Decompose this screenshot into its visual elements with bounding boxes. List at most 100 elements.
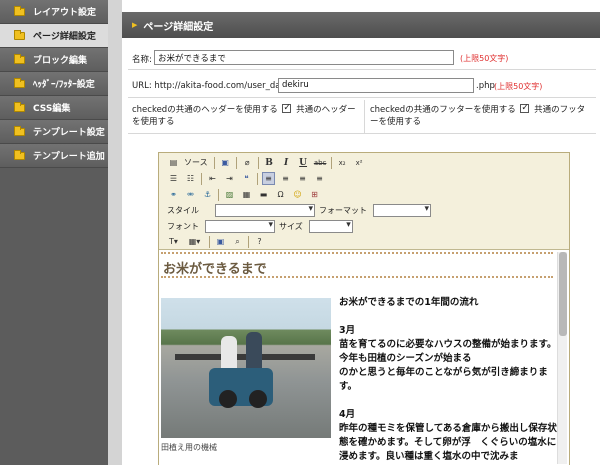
- align-right-icon[interactable]: ≡: [296, 172, 309, 185]
- url-label: URL: http://akita-food.com/user_data/: [132, 81, 292, 91]
- size-select[interactable]: [308, 220, 353, 233]
- image-icon[interactable]: ▨: [223, 188, 236, 201]
- eraser-icon[interactable]: ⌀: [241, 156, 254, 169]
- sidebar-item-css[interactable]: CSS編集: [0, 96, 108, 120]
- separator: [330, 156, 332, 169]
- text-color-icon[interactable]: T▾: [167, 235, 180, 248]
- link-icon[interactable]: ⚭: [167, 188, 180, 201]
- url-input[interactable]: dekiru: [278, 78, 474, 93]
- folder-icon: [14, 77, 25, 88]
- unlink-icon[interactable]: ⚮: [184, 188, 197, 201]
- font-label: フォント: [167, 222, 199, 231]
- page-break-icon[interactable]: ⊞: [308, 188, 321, 201]
- planter-bar: [175, 354, 315, 360]
- folder-icon: [14, 5, 25, 16]
- sidebar-item-page-detail[interactable]: ページ詳細設定: [0, 24, 108, 48]
- month-heading: 3月: [339, 325, 356, 336]
- header-footer-row: checkedの共通のヘッダーを使用する ✓ 共通のヘッダーを使用する chec…: [128, 100, 596, 134]
- photo-caption: 田植え用の機械: [161, 443, 217, 452]
- name-input[interactable]: お米ができるまで: [154, 50, 454, 65]
- source-button[interactable]: ソース: [184, 157, 208, 168]
- sidebar-item-template-add[interactable]: テンプレート追加: [0, 144, 108, 168]
- superscript-button[interactable]: x²: [353, 156, 366, 169]
- toolbar-row-2: ☰ ☷ ⇤ ⇥ ❝ ≡ ≡ ≡ ≡: [167, 171, 330, 186]
- separator: [257, 172, 258, 185]
- special-char-icon[interactable]: Ω: [274, 188, 287, 201]
- footer-check-label: checkedの共通のフッターを使用する: [370, 105, 516, 115]
- align-justify-icon[interactable]: ≡: [313, 172, 326, 185]
- header-check-label: checkedの共通のヘッダーを使用する: [132, 105, 278, 115]
- numbered-list-icon[interactable]: ☰: [167, 172, 180, 185]
- rice-planting-photo: [161, 298, 331, 438]
- separator: [257, 156, 259, 169]
- person-figure: [221, 336, 237, 372]
- separator: [213, 156, 215, 169]
- page-header: ▶ ページ詳細設定: [122, 12, 600, 38]
- document-title: お米ができるまで: [161, 252, 553, 278]
- paragraph-line: のかと思うと毎年のことながら気が引き締まります。: [339, 367, 548, 392]
- scrollbar-thumb[interactable]: [559, 252, 567, 336]
- align-left-icon[interactable]: ≡: [262, 172, 275, 185]
- format-select[interactable]: [373, 204, 431, 217]
- page-title: ページ詳細設定: [143, 21, 214, 33]
- indent-icon[interactable]: ⇥: [223, 172, 236, 185]
- rich-text-editor: ▤ ソース ▣ ⌀ B I U abc x₂ x² ☰ ☷ ⇤ ⇥ ❝ ≡ ≡ …: [158, 152, 570, 465]
- person-figure: [246, 332, 262, 372]
- article-text: お米ができるまでの1年間の流れ 3月 苗を育てるのに必要なハウスの整備が始まりま…: [339, 296, 559, 464]
- sidebar-item-label: CSS編集: [33, 104, 71, 114]
- folder-icon: [14, 125, 25, 136]
- outdent-icon[interactable]: ⇤: [206, 172, 219, 185]
- strike-button[interactable]: abc: [314, 156, 327, 169]
- separator: [209, 235, 210, 248]
- font-select[interactable]: [205, 220, 275, 233]
- source-icon[interactable]: ▤: [167, 156, 180, 169]
- table-icon[interactable]: ▦: [240, 188, 253, 201]
- editor-content[interactable]: お米ができるまで 田植え用の機械 お米ができるまでの1年間の流れ 3月 苗を育て…: [159, 249, 569, 465]
- triangle-icon: ▶: [132, 21, 138, 29]
- smiley-icon[interactable]: ☺: [291, 188, 304, 201]
- bold-button[interactable]: B: [263, 156, 276, 169]
- folder-icon: [14, 101, 25, 112]
- align-center-icon[interactable]: ≡: [279, 172, 292, 185]
- blockquote-icon[interactable]: ❝: [240, 172, 253, 185]
- vertical-scrollbar[interactable]: [557, 252, 567, 464]
- url-suffix: .php: [476, 81, 495, 91]
- sidebar-item-label: ブロック編集: [33, 56, 88, 66]
- folder-icon: [14, 149, 25, 160]
- sidebar-item-header-footer[interactable]: ﾍｯﾀﾞｰ/ﾌｯﾀｰ設定: [0, 72, 108, 96]
- sidebar-item-layout[interactable]: レイアウト設定: [0, 0, 108, 24]
- checkmark-icon: ✓: [283, 103, 291, 113]
- preview-icon[interactable]: ⌕: [231, 235, 244, 248]
- footer-checkbox[interactable]: ✓: [520, 103, 530, 113]
- underline-button[interactable]: U: [297, 156, 310, 169]
- subscript-button[interactable]: x₂: [336, 156, 349, 169]
- paragraph-line: 苗を育てるのに必要なハウスの整備が始まります。今年も田植のシーズンが始まる: [339, 339, 557, 364]
- anchor-icon[interactable]: ⚓: [201, 188, 214, 201]
- style-select[interactable]: [215, 204, 315, 217]
- paste-icon[interactable]: ▣: [219, 156, 232, 169]
- toolbar-row-6: T▾ ▦▾ ▣ ⌕ ?: [167, 234, 270, 249]
- italic-button[interactable]: I: [280, 156, 293, 169]
- help-icon[interactable]: ?: [253, 235, 266, 248]
- bulleted-list-icon[interactable]: ☷: [184, 172, 197, 185]
- separator: [218, 188, 219, 201]
- divider: [364, 100, 365, 134]
- horizontal-rule-icon[interactable]: ▬: [257, 188, 270, 201]
- month-heading: 4月: [339, 409, 356, 420]
- toolbar-row-4: スタイル フォーマット: [167, 203, 435, 218]
- bg-color-icon[interactable]: ▦▾: [188, 235, 201, 248]
- sidebar-item-label: テンプレート設定: [33, 128, 105, 138]
- sidebar-item-label: レイアウト設定: [33, 8, 97, 18]
- footer-check-group: checkedの共通のフッターを使用する ✓ 共通のフッターを使用する: [370, 103, 592, 128]
- header-checkbox[interactable]: ✓: [282, 103, 292, 113]
- sidebar-item-block-edit[interactable]: ブロック編集: [0, 48, 108, 72]
- maximize-icon[interactable]: ▣: [214, 235, 227, 248]
- tractor-figure: [209, 368, 273, 408]
- separator: [235, 156, 237, 169]
- toolbar-row-1: ▤ ソース ▣ ⌀ B I U abc x₂ x²: [167, 155, 370, 170]
- checkmark-icon: ✓: [521, 103, 529, 113]
- name-row: 名称: お米ができるまで (上限50文字): [128, 44, 596, 70]
- folder-icon: [14, 29, 25, 40]
- folder-icon: [14, 53, 25, 64]
- sidebar-item-template-settings[interactable]: テンプレート設定: [0, 120, 108, 144]
